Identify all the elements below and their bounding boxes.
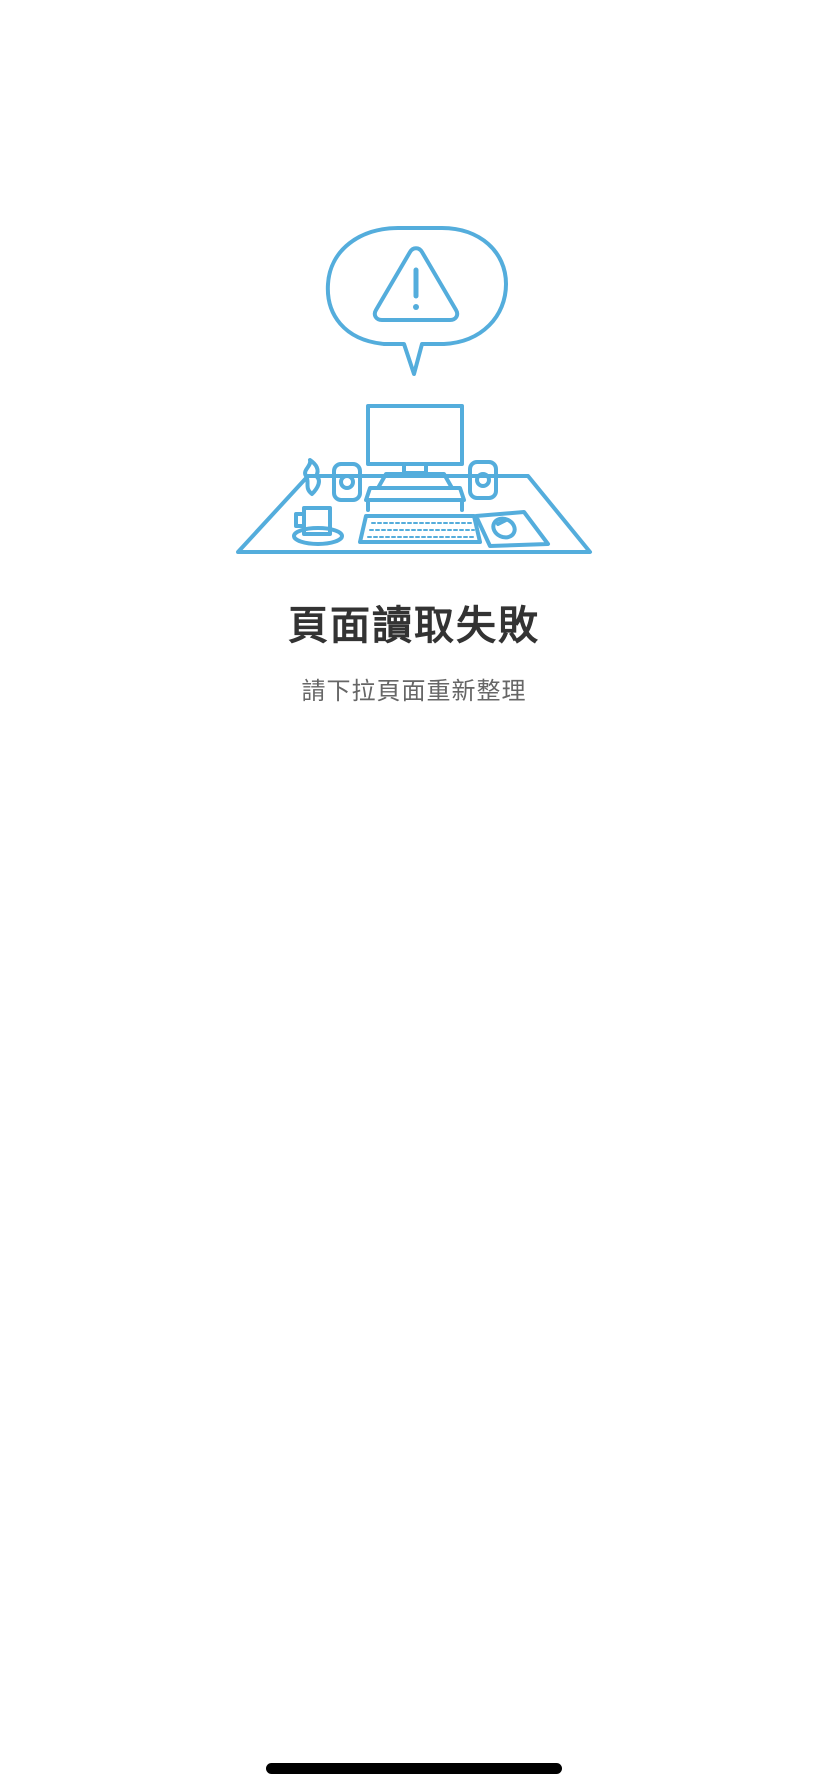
warning-triangle-icon (372, 246, 460, 322)
keyboard-icon (358, 514, 482, 544)
error-title: 頁面讀取失敗 (288, 603, 540, 649)
speaker-right-icon (468, 460, 498, 500)
home-indicator[interactable] (266, 1763, 562, 1774)
mouse-icon (474, 510, 550, 548)
desk-warning-illustration (234, 222, 596, 558)
monitor-icon (364, 404, 466, 512)
speaker-left-icon (332, 462, 362, 502)
error-subtitle: 請下拉頁面重新整理 (301, 677, 527, 705)
error-screen[interactable]: 頁面讀取失敗 請下拉頁面重新整理 (0, 0, 828, 1792)
